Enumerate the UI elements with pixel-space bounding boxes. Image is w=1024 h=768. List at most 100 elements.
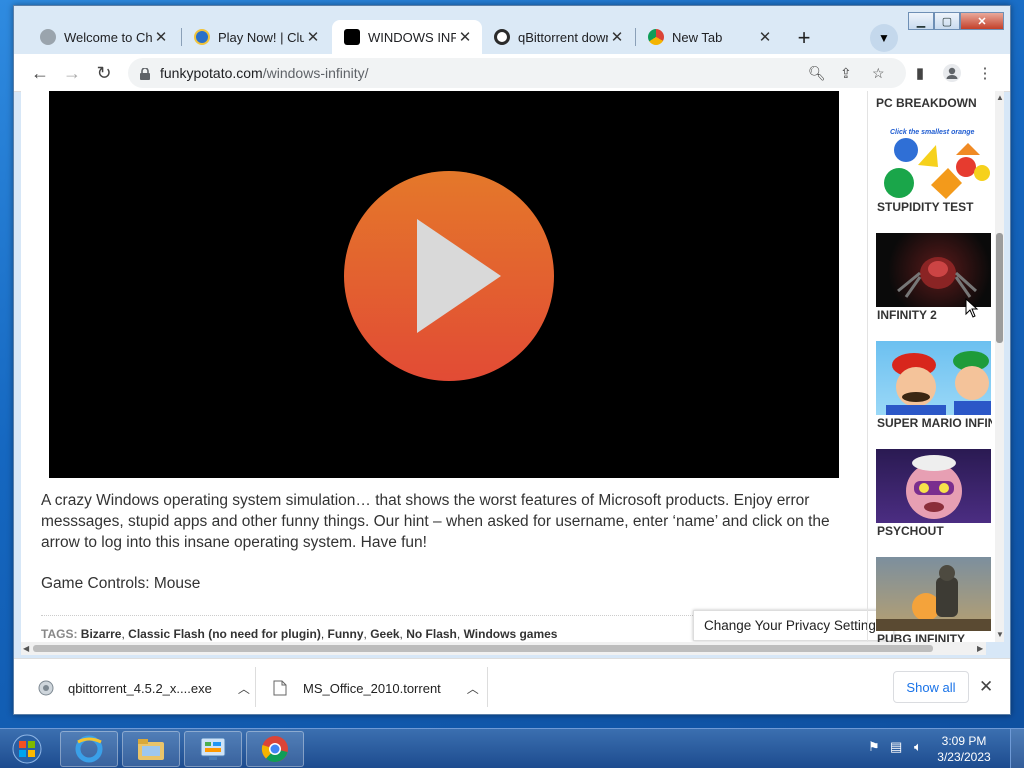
tab-qbittorrent[interactable]: qBittorrent download ✕ — [482, 20, 634, 54]
close-icon[interactable]: ✕ — [304, 28, 322, 46]
bookmark-star-icon[interactable]: ☆ — [872, 65, 885, 82]
thumbnail-pubg[interactable] — [876, 557, 991, 631]
new-tab-button[interactable]: + — [790, 24, 818, 52]
clock-time: 3:09 PM — [941, 734, 987, 748]
share-icon[interactable]: ⇪ — [840, 65, 852, 82]
tab-title: New Tab — [672, 29, 723, 45]
mouse-cursor-icon — [965, 298, 979, 318]
tab-search-button[interactable]: ▼ — [870, 24, 898, 52]
globe-icon — [40, 29, 56, 45]
installer-icon — [38, 680, 54, 696]
tab-title: Welcome to Chrome — [64, 29, 152, 45]
tag-link[interactable]: Funny — [328, 627, 364, 641]
menu-icon[interactable]: ⋮ — [974, 62, 996, 84]
play-button[interactable] — [344, 171, 554, 381]
circle-icon — [494, 29, 510, 45]
sidebar-item-label[interactable]: PUBG INFINITY — [877, 632, 992, 642]
volume-muted-icon[interactable]: 🔈︎ — [914, 739, 922, 755]
scroll-down-icon[interactable]: ▼ — [996, 630, 1004, 639]
download-item[interactable]: qbittorrent_4.5.2_x....exe ︿ — [38, 671, 250, 705]
windows-logo-icon — [12, 734, 42, 764]
download-item[interactable]: MS_Office_2010.torrent ︿ — [273, 671, 479, 705]
scroll-right-icon[interactable]: ▶ — [977, 644, 983, 653]
privacy-settings-button[interactable]: Change Your Privacy Settings — [693, 610, 894, 641]
thumbnail-stupidity-test[interactable]: Click the smallest orange — [876, 125, 991, 199]
zoom-icon[interactable]: 🔍︎ — [808, 65, 826, 82]
reload-icon: ↻ — [96, 62, 112, 83]
tag-link[interactable]: Bizarre — [81, 627, 122, 641]
taskbar-chrome[interactable] — [246, 731, 304, 767]
thumbnail-caption: Click the smallest orange — [890, 129, 975, 136]
clock-date: 3/23/2023 — [937, 750, 991, 764]
download-filename: MS_Office_2010.torrent — [303, 680, 441, 696]
vertical-scrollbar[interactable]: ▲ ▼ — [995, 91, 1004, 642]
tab-title: WINDOWS INFINITY — [368, 29, 456, 45]
game-controls: Game Controls: Mouse — [41, 575, 201, 592]
thumbnail-psychout[interactable] — [876, 449, 991, 523]
sidebar-item-label[interactable]: PSYCHOUT — [877, 524, 992, 538]
taskbar-control-panel[interactable] — [184, 731, 242, 767]
back-button[interactable]: ← — [28, 61, 52, 85]
taskbar-internet-explorer[interactable] — [60, 731, 118, 767]
close-icon[interactable]: ✕ — [756, 28, 774, 46]
tags-list: TAGS: Bizarre, Classic Flash (no need fo… — [41, 627, 558, 641]
flag-icon[interactable]: ⚑ — [868, 739, 880, 755]
url-path: /windows-infinity/ — [262, 65, 369, 81]
tag-link[interactable]: Windows games — [464, 627, 558, 641]
scroll-up-icon[interactable]: ▲ — [996, 93, 1004, 102]
close-icon[interactable]: ✕ — [456, 28, 474, 46]
sidebar-heading[interactable]: PC BREAKDOWN — [876, 96, 977, 110]
game-description: A crazy Windows operating system simulat… — [41, 492, 830, 551]
sidebar-item-label[interactable]: SUPER MARIO INFINITY — [877, 416, 992, 430]
game-player[interactable] — [49, 91, 839, 478]
side-panel-icon[interactable]: ▮ — [909, 62, 931, 84]
forward-button[interactable]: → — [60, 61, 84, 85]
start-button[interactable] — [2, 729, 52, 768]
chevron-down-icon: ▼ — [878, 31, 890, 45]
scrollbar-thumb[interactable] — [996, 233, 1003, 343]
system-clock[interactable]: 3:09 PM 3/23/2023 — [936, 733, 992, 765]
download-separator — [487, 667, 488, 707]
arrow-left-icon: ← — [31, 62, 49, 83]
close-icon[interactable]: ✕ — [608, 28, 626, 46]
tag-link[interactable]: Classic Flash (no need for plugin) — [128, 627, 321, 641]
tag-link[interactable]: No Flash — [406, 627, 457, 641]
scroll-left-icon[interactable]: ◀ — [23, 644, 29, 653]
show-desktop-button[interactable] — [1010, 729, 1024, 768]
taskbar-explorer[interactable] — [122, 731, 180, 767]
internet-explorer-icon — [75, 735, 103, 763]
penguin-icon — [194, 29, 210, 45]
profile-avatar[interactable] — [941, 62, 963, 84]
tab-new-tab[interactable]: New Tab ✕ — [636, 20, 782, 54]
arrow-right-icon: → — [63, 62, 81, 83]
site-icon — [344, 29, 360, 45]
maximize-button[interactable]: ▢ — [934, 12, 960, 30]
thumbnail-infinity-2[interactable] — [876, 233, 991, 307]
window-controls: ▁ ▢ ✕ — [908, 12, 1004, 30]
reload-button[interactable]: ↻ — [92, 61, 116, 85]
tab-title: qBittorrent download — [518, 29, 608, 45]
file-icon — [273, 680, 289, 696]
close-icon[interactable]: ✕ — [979, 677, 993, 697]
sidebar-item-label[interactable]: STUPIDITY TEST — [877, 200, 992, 214]
address-bar[interactable]: funkypotato.com/windows-infinity/ — [128, 58, 906, 88]
chevron-up-icon[interactable]: ︿ — [238, 680, 250, 697]
network-icon[interactable]: ▤ — [890, 739, 902, 755]
tab-strip: Welcome to Chrome ✕ Play Now! | Club Pen… — [14, 6, 1010, 54]
chevron-up-icon[interactable]: ︿ — [467, 680, 479, 697]
chrome-window: Welcome to Chrome ✕ Play Now! | Club Pen… — [13, 5, 1011, 715]
close-icon[interactable]: ✕ — [152, 28, 170, 46]
scrollbar-thumb[interactable] — [33, 645, 933, 652]
toolbar: ← → ↻ funkypotato.com/windows-infinity/ … — [14, 54, 1010, 92]
show-all-button[interactable]: Show all — [893, 671, 969, 703]
minimize-button[interactable]: ▁ — [908, 12, 934, 30]
tab-club-penguin[interactable]: Play Now! | Club Penguin ✕ — [182, 20, 330, 54]
download-filename: qbittorrent_4.5.2_x....exe — [68, 680, 212, 696]
download-separator — [255, 667, 256, 707]
close-window-button[interactable]: ✕ — [960, 12, 1004, 30]
tag-link[interactable]: Geek — [370, 627, 399, 641]
horizontal-scrollbar[interactable]: ◀ ▶ — [21, 642, 986, 655]
tab-welcome[interactable]: Welcome to Chrome ✕ — [28, 20, 178, 54]
tab-windows-infinity[interactable]: WINDOWS INFINITY ✕ — [332, 20, 482, 54]
thumbnail-super-mario[interactable] — [876, 341, 991, 415]
